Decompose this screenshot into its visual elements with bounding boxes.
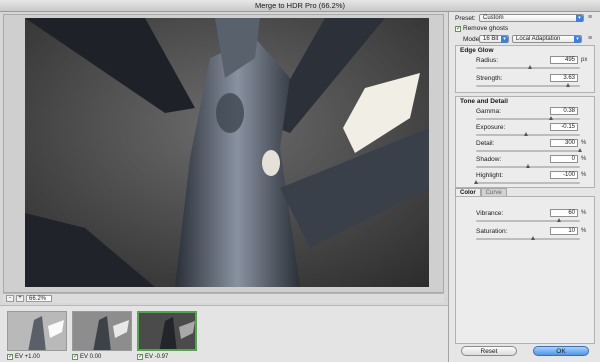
settings-panel: Preset: Custom ▾ ≡ ✓ Remove ghosts Mode: …: [448, 12, 600, 362]
preset-row: Preset: Custom ▾: [455, 14, 584, 22]
remove-ghosts-row: ✓ Remove ghosts: [455, 25, 508, 32]
shadow-slider-knob[interactable]: [526, 164, 530, 168]
highlight-value[interactable]: -100: [550, 171, 578, 179]
radius-value[interactable]: 495: [550, 56, 578, 64]
preset-value: Custom: [483, 15, 504, 21]
vibrance-control: Vibrance: 60 %: [456, 209, 594, 227]
bit-depth-select[interactable]: 16 Bit ▾: [479, 35, 509, 43]
thumbnail-checkbox[interactable]: ✓: [72, 354, 78, 360]
zoom-level-field[interactable]: 66.2%: [26, 295, 52, 302]
exposure-slider-knob[interactable]: [523, 132, 528, 136]
tab-color[interactable]: Color: [455, 188, 481, 196]
zoom-bar: - + 66.2%: [3, 293, 444, 303]
remove-ghosts-label: Remove ghosts: [463, 25, 509, 32]
detail-unit: %: [581, 140, 587, 146]
radius-control: Radius: 495 px: [456, 56, 594, 74]
tone-detail-group: Tone and Detail Gamma: 0.38 Exposure: -0…: [455, 96, 595, 188]
exposure-slider[interactable]: [476, 134, 580, 136]
detail-slider[interactable]: [476, 150, 580, 152]
radius-unit: px: [581, 57, 588, 63]
gamma-label: Gamma:: [476, 108, 501, 115]
highlight-control: Highlight: -100 %: [456, 171, 594, 189]
preset-menu-icon[interactable]: ≡: [588, 14, 592, 21]
preset-label: Preset:: [455, 14, 476, 22]
strength-label: Strength:: [476, 75, 503, 82]
exposure-value[interactable]: -0.15: [550, 123, 578, 131]
source-thumbnails: ✓ EV +1.00 ✓ EV 0.00 ✓ EV -0.97: [0, 305, 448, 362]
radius-slider-knob[interactable]: [528, 65, 533, 69]
strength-value[interactable]: 3.63: [550, 74, 578, 82]
shadow-value[interactable]: 0: [550, 155, 578, 163]
edge-glow-title: Edge Glow: [460, 47, 494, 54]
saturation-value[interactable]: 10: [550, 227, 578, 235]
highlight-label: Highlight:: [476, 172, 504, 179]
zoom-in-button[interactable]: +: [16, 295, 24, 302]
shadow-unit: %: [581, 156, 587, 162]
color-curve-tabs: Color Curve: [455, 188, 507, 196]
source-thumbnail[interactable]: ✓ EV +1.00: [7, 311, 67, 361]
tone-detail-title: Tone and Detail: [460, 98, 508, 105]
method-select[interactable]: Local Adaptation ▾: [512, 35, 582, 43]
color-group: Vibrance: 60 % Saturation: 10 %: [455, 196, 595, 344]
preview-area: - + 66.2% ✓ EV +1.00 ✓ EV 0.00 ✓ EV -0.97: [0, 12, 448, 362]
thumbnail-label: EV -0.97: [145, 354, 169, 360]
hdr-preview-image[interactable]: [25, 18, 429, 287]
source-thumbnail-selected[interactable]: ✓ EV -0.97: [137, 311, 197, 361]
preset-select[interactable]: Custom ▾: [479, 14, 584, 22]
highlight-slider[interactable]: [476, 182, 580, 184]
edge-glow-group: Edge Glow Radius: 495 px Strength: 3.63: [455, 45, 595, 93]
gamma-slider-knob[interactable]: [548, 116, 553, 120]
method-value: Local Adaptation: [516, 36, 561, 42]
thumbnail-checkbox[interactable]: ✓: [137, 354, 143, 360]
exposure-label: Exposure:: [476, 124, 506, 131]
radius-label: Radius:: [476, 57, 499, 64]
saturation-unit: %: [581, 228, 587, 234]
detail-value[interactable]: 300: [550, 139, 578, 147]
saturation-slider[interactable]: [476, 238, 580, 240]
saturation-control: Saturation: 10 %: [456, 227, 594, 245]
saturation-slider-knob[interactable]: [531, 236, 536, 240]
vibrance-label: Vibrance:: [476, 210, 504, 217]
saturation-label: Saturation:: [476, 228, 508, 235]
remove-ghosts-checkbox[interactable]: ✓: [455, 25, 461, 32]
image-preview-frame: [3, 14, 444, 293]
thumbnail-image[interactable]: [7, 311, 67, 351]
chevron-down-icon: ▾: [574, 36, 581, 43]
mode-row: Mode: 16 Bit ▾ Local Adaptation ▾: [463, 35, 582, 43]
bit-depth-value: 16 Bit: [483, 36, 499, 42]
thumbnail-label: EV 0.00: [80, 354, 102, 360]
vibrance-value[interactable]: 60: [550, 209, 578, 217]
tab-curve[interactable]: Curve: [480, 188, 507, 196]
gamma-value[interactable]: 0.38: [550, 107, 578, 115]
detail-label: Detail:: [476, 140, 495, 147]
reset-button[interactable]: Reset: [461, 346, 517, 356]
vibrance-slider[interactable]: [476, 220, 580, 222]
zoom-out-button[interactable]: -: [6, 295, 14, 302]
chevron-down-icon: ▾: [501, 36, 508, 43]
highlight-slider-knob[interactable]: [474, 180, 478, 184]
ok-button[interactable]: OK: [533, 346, 589, 356]
shadow-label: Shadow:: [476, 156, 502, 163]
thumbnail-label: EV +1.00: [15, 354, 40, 360]
mode-menu-icon[interactable]: ≡: [588, 35, 592, 42]
thumbnail-checkbox[interactable]: ✓: [7, 354, 13, 360]
vibrance-slider-knob[interactable]: [557, 218, 562, 222]
vibrance-unit: %: [581, 210, 587, 216]
window-title: Merge to HDR Pro (66.2%): [0, 0, 600, 12]
highlight-unit: %: [581, 172, 587, 178]
detail-slider-knob[interactable]: [578, 148, 582, 152]
strength-slider-knob[interactable]: [565, 83, 570, 87]
thumbnail-image[interactable]: [137, 311, 197, 351]
chevron-down-icon: ▾: [576, 15, 583, 22]
source-thumbnail[interactable]: ✓ EV 0.00: [72, 311, 132, 361]
strength-slider[interactable]: [476, 85, 580, 87]
mode-label: Mode:: [463, 35, 482, 43]
strength-control: Strength: 3.63: [456, 74, 594, 92]
gamma-slider[interactable]: [476, 118, 580, 120]
thumbnail-image[interactable]: [72, 311, 132, 351]
